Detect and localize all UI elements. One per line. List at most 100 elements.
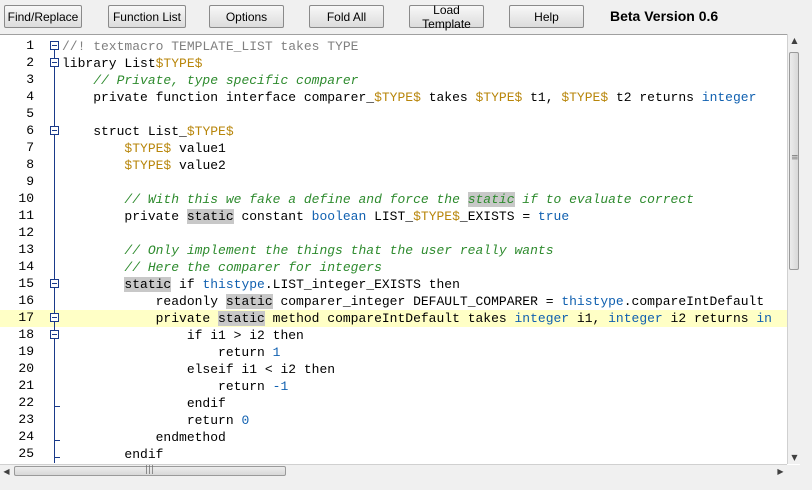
code-text: // With this we fake a define and force … (62, 191, 694, 208)
code-line[interactable]: 9 (0, 174, 788, 191)
help-button[interactable]: Help (509, 5, 584, 28)
arrow-left-icon[interactable]: ◀ (0, 465, 13, 478)
fold-gutter (48, 225, 62, 242)
line-number: 14 (18, 259, 34, 274)
code-text: return -1 (62, 378, 288, 395)
code-text: //! textmacro TEMPLATE_LIST takes TYPE (62, 38, 358, 55)
toolbar: Find/Replace Function List Options Fold … (0, 0, 812, 34)
line-number: 25 (18, 446, 34, 461)
code-token: private (124, 209, 187, 224)
code-token: endif (186, 396, 226, 411)
fold-gutter (48, 140, 62, 157)
line-number: 15 (18, 276, 34, 291)
fold-toggle-icon[interactable] (50, 58, 59, 67)
function-list-button[interactable]: Function List (108, 5, 186, 28)
code-line[interactable]: 12 (0, 225, 788, 242)
line-number: 23 (18, 412, 34, 427)
fold-all-button[interactable]: Fold All (309, 5, 384, 28)
code-line[interactable]: 23 return 0 (0, 412, 788, 429)
code-line[interactable]: 15 static if thistype.LIST_integer_EXIST… (0, 276, 788, 293)
code-token: integer (608, 311, 663, 326)
fold-toggle-icon[interactable] (50, 41, 59, 50)
arrow-right-icon[interactable]: ▶ (774, 465, 787, 478)
fold-gutter (48, 72, 62, 89)
code-line[interactable]: 20 elseif i1 < i2 then (0, 361, 788, 378)
code-token: constant (233, 209, 312, 224)
vertical-scroll-thumb[interactable]: ≡ (789, 52, 799, 270)
horizontal-scroll-thumb[interactable]: ||| (14, 465, 286, 476)
code-line[interactable]: 2 library List$TYPE$ (0, 55, 788, 72)
code-token: -1 (272, 379, 289, 394)
code-line[interactable]: 14 // Here the comparer for integers (0, 259, 788, 276)
code-line[interactable]: 7 $TYPE$ value1 (0, 140, 788, 157)
code-text: private function interface comparer_$TYP… (62, 89, 756, 106)
code-line[interactable]: 21 return -1 (0, 378, 788, 395)
fold-gutter (48, 429, 62, 446)
code-token: takes (420, 90, 476, 105)
code-editor[interactable]: 1//! textmacro TEMPLATE_LIST takes TYPE 2… (0, 34, 800, 465)
code-token: return (218, 379, 273, 394)
code-line[interactable]: 19 return 1 (0, 344, 788, 361)
fold-gutter (48, 208, 62, 225)
line-number: 4 (26, 89, 34, 104)
fold-toggle-icon[interactable] (50, 313, 59, 322)
fold-gutter (48, 293, 62, 310)
code-line[interactable]: 13 // Only implement the things that the… (0, 242, 788, 259)
code-token: endif (124, 447, 164, 462)
code-token: $TYPE$ (475, 90, 523, 105)
code-line[interactable]: 5 (0, 106, 788, 123)
code-text: readonly static comparer_integer DEFAULT… (62, 293, 764, 310)
code-token: .LIST_integer_EXISTS then (264, 277, 460, 292)
load-template-button[interactable]: Load Template (409, 3, 484, 31)
code-text: endif (62, 446, 163, 463)
code-line[interactable]: 1 //! textmacro TEMPLATE_LIST takes TYPE (0, 38, 788, 55)
line-number: 17 (18, 310, 34, 325)
code-line[interactable]: 22 endif (0, 395, 788, 412)
code-token: $TYPE$ (413, 209, 460, 224)
code-line[interactable]: 24 endmethod (0, 429, 788, 446)
fold-toggle-icon[interactable] (50, 126, 59, 135)
code-line[interactable]: 16 readonly static comparer_integer DEFA… (0, 293, 788, 310)
find-replace-button[interactable]: Find/Replace (4, 5, 82, 28)
code-text: elseif i1 < i2 then (62, 361, 335, 378)
fold-gutter (48, 174, 62, 191)
code-token: comparer_integer DEFAULT_COMPARER = (272, 294, 562, 309)
line-number: 16 (18, 293, 34, 308)
fold-toggle-icon[interactable] (50, 279, 59, 288)
code-token: boolean (311, 209, 367, 224)
code-line[interactable]: 17 private static method compareIntDefau… (0, 310, 788, 327)
fold-gutter (48, 412, 62, 429)
code-line[interactable]: 18 if i1 > i2 then (0, 327, 788, 344)
code-token: .compareIntDefault (623, 294, 765, 309)
line-number: 5 (26, 106, 34, 121)
code-token: t1, (522, 90, 562, 105)
code-line[interactable]: 10 // With this we fake a define and for… (0, 191, 788, 208)
code-line[interactable]: 3 // Private, type specific comparer (0, 72, 788, 89)
code-line[interactable]: 6 struct List_$TYPE$ (0, 123, 788, 140)
code-line[interactable]: 11 private static constant boolean LIST_… (0, 208, 788, 225)
code-line[interactable]: 4 private function interface comparer_$T… (0, 89, 788, 106)
code-line[interactable]: 8 $TYPE$ value2 (0, 157, 788, 174)
line-number: 3 (26, 72, 34, 87)
code-line[interactable]: 25 endif (0, 446, 788, 463)
code-text: struct List_$TYPE$ (62, 123, 233, 140)
options-button[interactable]: Options (209, 5, 284, 28)
fold-toggle-icon[interactable] (50, 330, 59, 339)
code-token: i2 returns (662, 311, 757, 326)
code-text: private static method compareIntDefault … (62, 310, 772, 327)
line-number: 12 (18, 225, 34, 240)
code-token: method compareIntDefault takes (264, 311, 515, 326)
line-number: 1 (26, 38, 34, 53)
